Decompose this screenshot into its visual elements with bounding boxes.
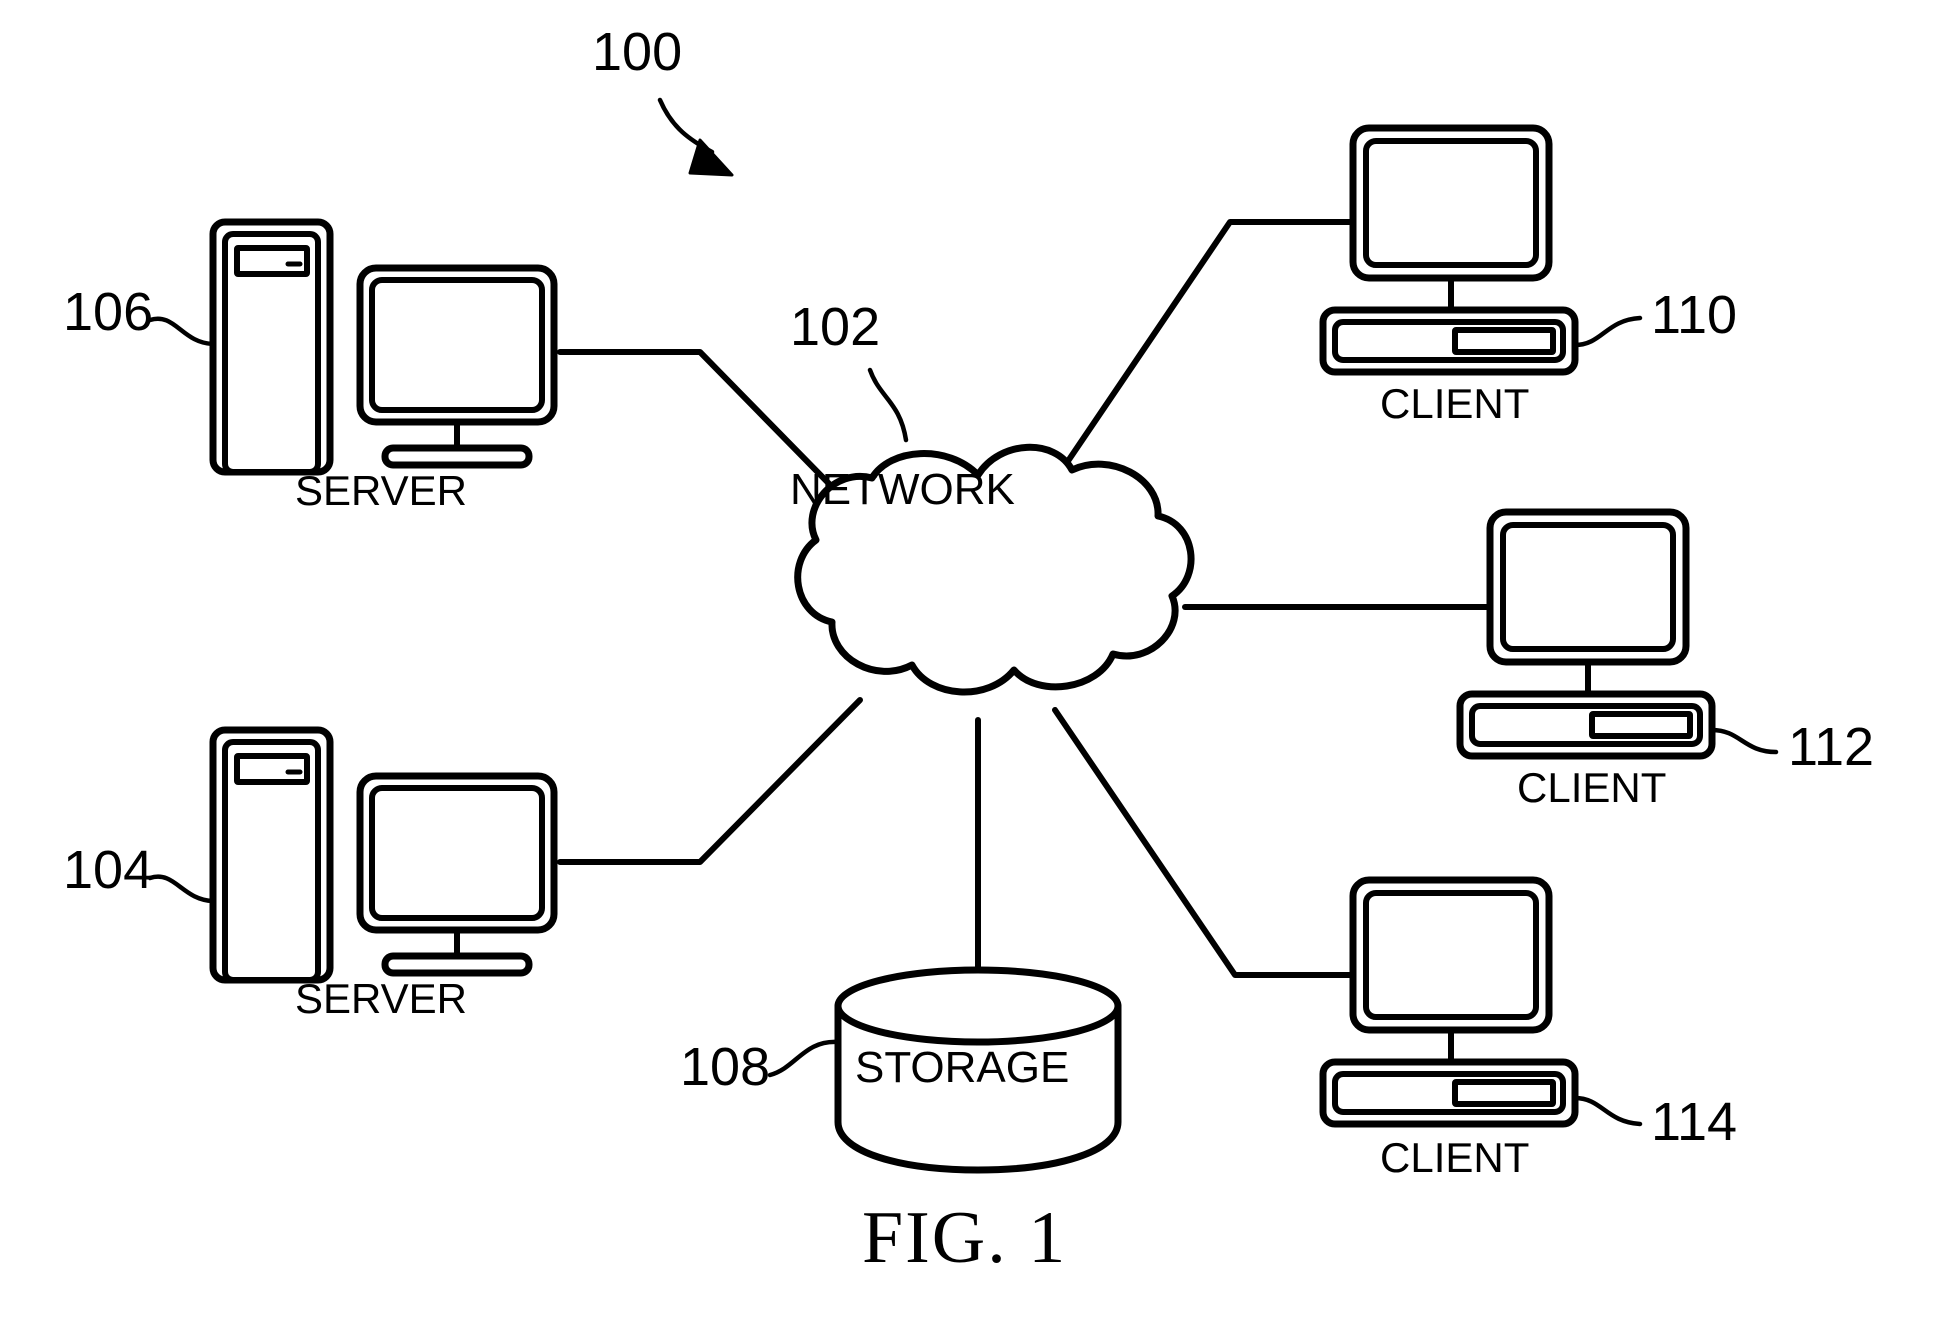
ref-104-leader-line: [147, 874, 216, 904]
edge-server104-network: [557, 697, 863, 865]
client112-monitor-screen: [1500, 522, 1676, 652]
figure-caption: FIG. 1: [862, 1197, 1067, 1279]
ref-114-leader-line: [1572, 1095, 1643, 1127]
ref-label-104: 104: [63, 840, 153, 900]
edge-network-client110: [1042, 219, 1358, 498]
ref-label-112: 112: [1788, 717, 1874, 777]
server106-label: SERVER: [295, 467, 467, 514]
client114-label: CLIENT: [1380, 1134, 1529, 1181]
client112-drive-slot: [1589, 711, 1693, 739]
client114-drive-slot: [1452, 1079, 1556, 1107]
ref-108-leader-line: [767, 1039, 841, 1078]
node-server-106[interactable]: SERVER 106: [63, 218, 558, 514]
ref-label-106: 106: [63, 282, 153, 342]
ref-110-leader-line: [1572, 315, 1643, 348]
server106-monitor-base: [381, 444, 533, 469]
ref-102-leader-line: [867, 367, 909, 443]
server104-monitor-base: [381, 952, 533, 977]
ref-112-leader-line: [1709, 727, 1779, 755]
patent-figure: 100 SERVER 106 SERVER 104 NETWORK 102 ST…: [0, 0, 1935, 1336]
server104-label: SERVER: [295, 975, 467, 1022]
node-client-110[interactable]: CLIENT 110: [1319, 124, 1737, 427]
client114-monitor-screen: [1363, 890, 1539, 1020]
storage-label: STORAGE: [855, 1043, 1069, 1092]
server104-drive-slot: [234, 753, 310, 785]
node-client-114[interactable]: CLIENT 114: [1319, 876, 1737, 1181]
node-storage-108[interactable]: STORAGE 108: [680, 966, 1122, 1174]
server106-drive-slot: [234, 245, 310, 277]
network-topology-diagram: 100 SERVER 106 SERVER 104 NETWORK 102 ST…: [63, 22, 1874, 1279]
server104-monitor-screen: [369, 785, 545, 921]
node-client-112[interactable]: CLIENT 112: [1456, 508, 1874, 811]
network-label: NETWORK: [790, 465, 1015, 514]
ref-106-leader-line: [147, 316, 216, 347]
server106-monitor-screen: [369, 277, 545, 413]
client110-drive-slot: [1452, 327, 1556, 355]
ref-label-108: 108: [680, 1037, 770, 1097]
ref-label-114: 114: [1651, 1092, 1737, 1152]
node-network-cloud[interactable]: NETWORK 102: [790, 297, 1195, 696]
ref-label-100: 100: [592, 22, 682, 82]
system-reference-100: 100: [592, 22, 734, 177]
node-server-104[interactable]: SERVER 104: [63, 726, 558, 1022]
client112-label: CLIENT: [1517, 764, 1666, 811]
client110-monitor-screen: [1363, 138, 1539, 268]
ref-label-102: 102: [790, 297, 880, 357]
storage-cylinder-top: [834, 966, 1122, 1046]
client110-label: CLIENT: [1380, 380, 1529, 427]
ref-label-110: 110: [1651, 285, 1737, 345]
edge-network-client114: [1052, 707, 1358, 978]
